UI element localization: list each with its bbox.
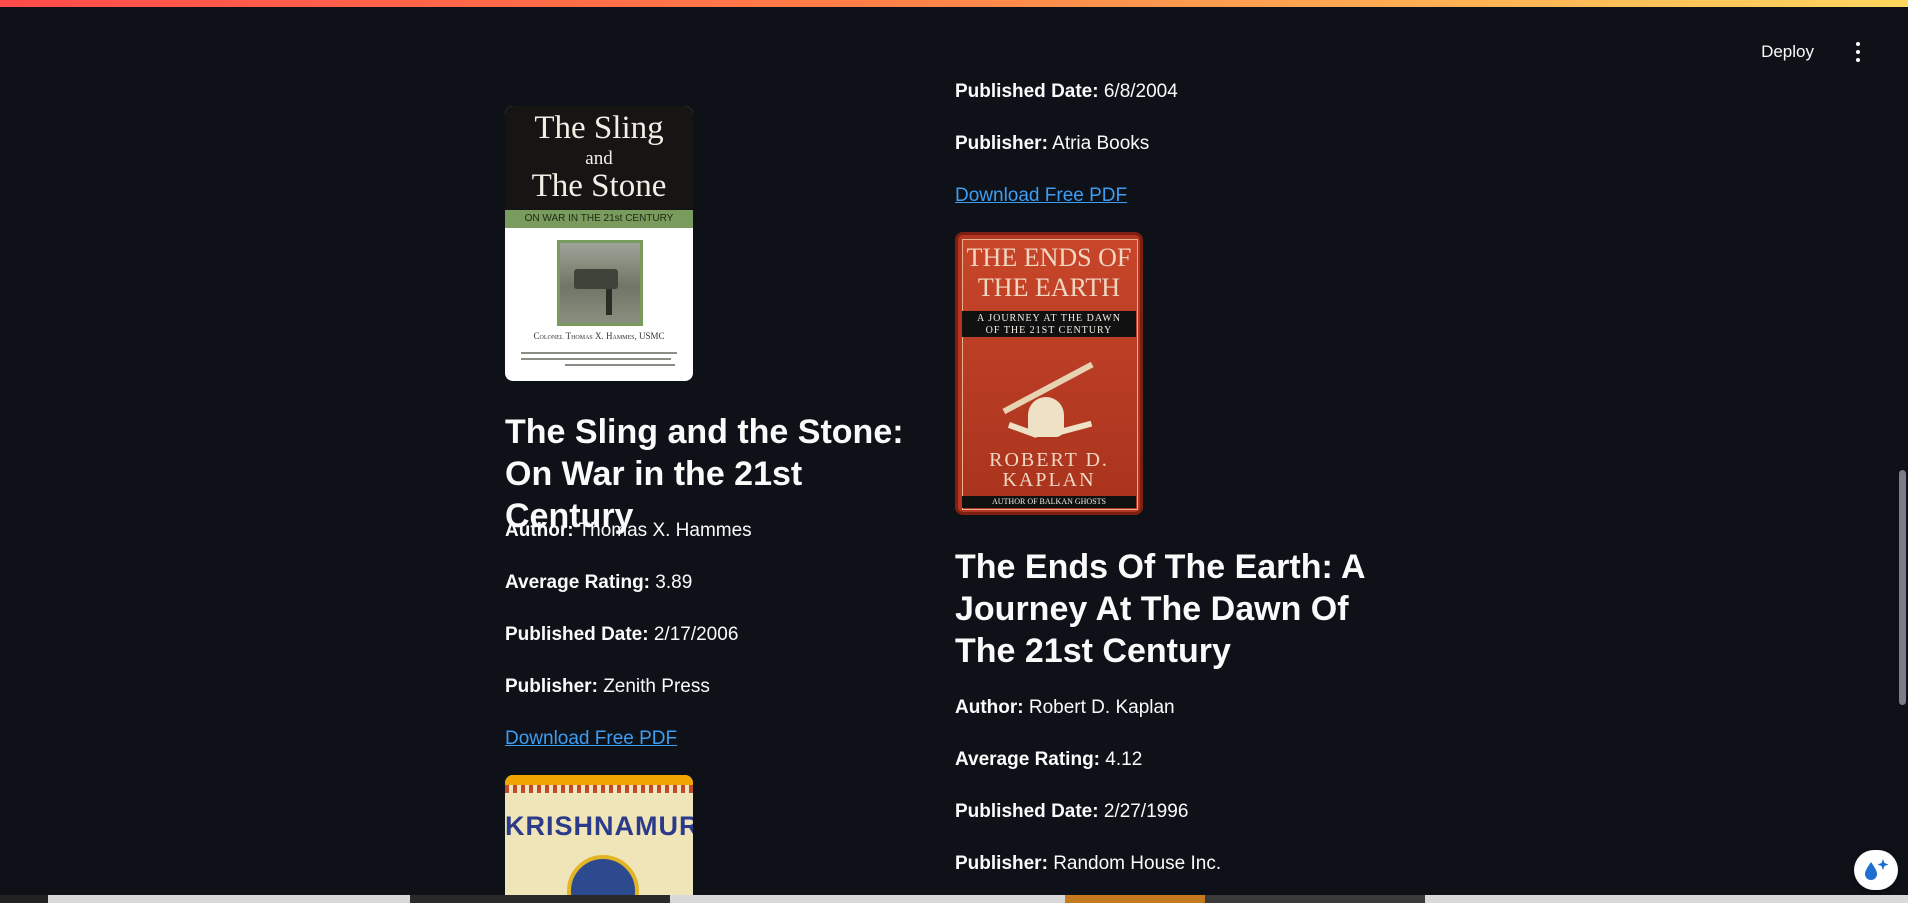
cover-blurb <box>521 358 671 360</box>
sparkle-drop-icon <box>1865 859 1889 880</box>
published-date-field: Published Date: 6/8/2004 <box>955 80 1178 104</box>
cover-author-line: Colonel Thomas X. Hammes, USMC <box>533 331 665 341</box>
cover-blurb <box>565 364 675 366</box>
rating-field: Average Rating: 3.89 <box>505 571 692 595</box>
publisher-field: Publisher: Zenith Press <box>505 675 710 699</box>
published-date-label: Published Date: <box>955 81 1099 102</box>
publisher-label: Publisher: <box>955 133 1048 154</box>
published-date-value: 2/17/2006 <box>653 624 739 645</box>
publisher-label: Publisher: <box>955 853 1048 874</box>
cover-subtitle: ON WAR IN THE 21st CENTURY <box>505 210 693 228</box>
cover-illustration <box>988 361 1108 445</box>
publisher-label: Publisher: <box>505 676 598 697</box>
rating-value: 3.89 <box>655 572 693 593</box>
book-cover-image: KRISHNAMURTI <box>505 775 693 895</box>
main-menu-icon[interactable] <box>1848 38 1868 66</box>
cover-subtitle-line: OF THE 21ST CENTURY <box>985 325 1113 336</box>
author-field: Author: Robert D. Kaplan <box>955 696 1175 720</box>
cover-blurb <box>521 352 677 354</box>
publisher-value: Random House Inc. <box>1053 853 1222 874</box>
published-date-value: 6/8/2004 <box>1103 81 1178 102</box>
deploy-button[interactable]: Deploy <box>1761 36 1814 68</box>
rating-value: 4.12 <box>1105 749 1143 770</box>
author-value: Thomas X. Hammes <box>578 520 752 541</box>
published-date-field: Published Date: 2/27/1996 <box>955 800 1188 824</box>
book-title: The Ends Of The Earth: A Journey At The … <box>955 548 1365 670</box>
published-date-field: Published Date: 2/17/2006 <box>505 623 738 647</box>
rating-label: Average Rating: <box>955 749 1100 770</box>
publisher-value: Zenith Press <box>603 676 710 697</box>
download-pdf-link[interactable]: Download Free PDF <box>505 727 677 751</box>
header-decoration-stripe <box>0 0 1908 7</box>
book-cover-image: THE ENDS OF THE EARTH A JOURNEY AT THE D… <box>955 232 1143 515</box>
cover-photo <box>557 240 643 326</box>
cover-title-line: THE ENDS OF <box>966 243 1132 272</box>
author-label: Author: <box>955 697 1024 718</box>
cover-author-line: KAPLAN <box>1002 469 1096 491</box>
author-field: Author: Thomas X. Hammes <box>505 519 752 543</box>
published-date-value: 2/27/1996 <box>1103 801 1189 822</box>
publisher-field: Publisher: Random House Inc. <box>955 852 1221 876</box>
download-pdf-link[interactable]: Download Free PDF <box>955 184 1127 208</box>
cover-title-line: The Sling <box>534 110 664 146</box>
cover-tagline: AUTHOR OF BALKAN GHOSTS <box>962 496 1136 508</box>
rating-field: Average Rating: 4.12 <box>955 748 1142 772</box>
app-page: Deploy The Sling and The Stone ON WAR IN… <box>0 0 1908 903</box>
vertical-scrollbar[interactable] <box>1898 8 1906 903</box>
cover-title-line: The Stone <box>531 168 667 204</box>
cover-subtitle-line: A JOURNEY AT THE DAWN <box>977 313 1121 324</box>
publisher-field: Publisher: Atria Books <box>955 132 1149 156</box>
cover-title-line: THE EARTH <box>977 273 1121 302</box>
bottom-edge-strip <box>0 895 1908 903</box>
cover-title-line: KRISHNAMURTI <box>505 811 693 841</box>
scrollbar-thumb[interactable] <box>1899 470 1906 705</box>
rating-label: Average Rating: <box>505 572 650 593</box>
author-value: Robert D. Kaplan <box>1028 697 1175 718</box>
author-label: Author: <box>505 520 574 541</box>
book-cover-image: The Sling and The Stone ON WAR IN THE 21… <box>505 106 693 381</box>
published-date-label: Published Date: <box>955 801 1099 822</box>
publisher-value: Atria Books <box>1052 133 1150 154</box>
assistant-button[interactable] <box>1854 850 1898 890</box>
header-toolbar: Deploy <box>1761 36 1868 68</box>
cover-emblem <box>567 855 639 895</box>
cover-title-line: and <box>585 148 613 169</box>
published-date-label: Published Date: <box>505 624 649 645</box>
